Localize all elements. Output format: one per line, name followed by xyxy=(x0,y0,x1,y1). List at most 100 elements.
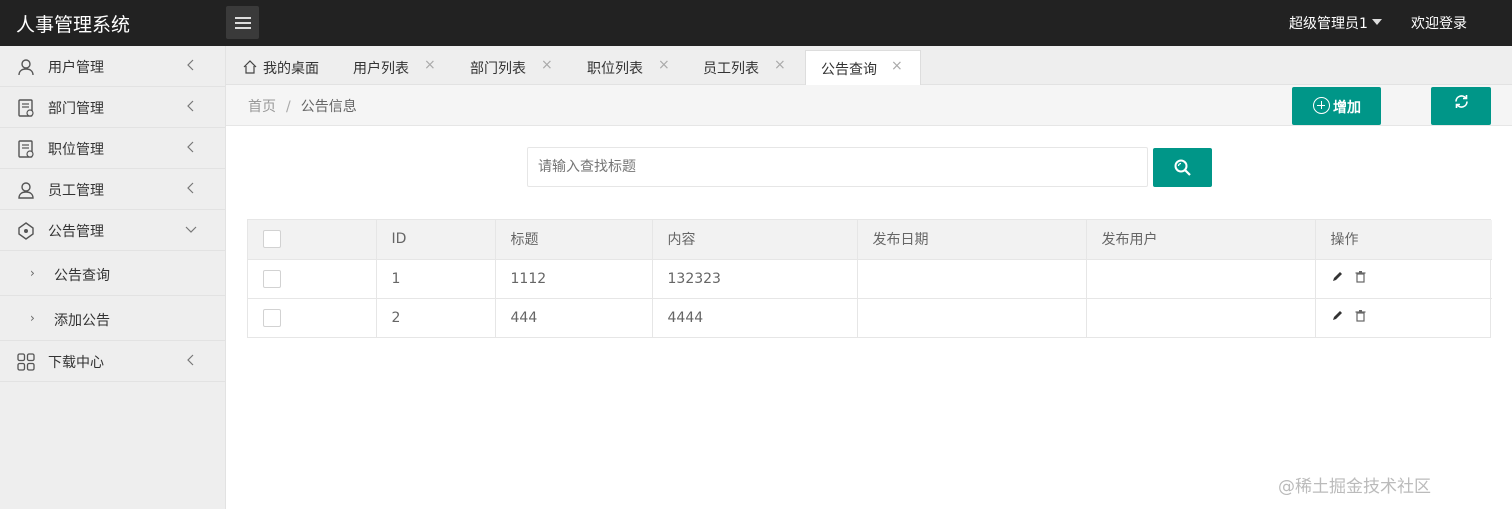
tab-my-desktop[interactable]: 我的桌面 xyxy=(242,50,342,85)
sidebar-subitem-label: 添加公告 xyxy=(54,313,110,329)
tab-label: 用户列表 xyxy=(353,61,409,77)
select-all-checkbox[interactable] xyxy=(263,230,281,249)
watermark: @稀土掘金技术社区 xyxy=(1278,477,1431,497)
tab-notice-query[interactable]: 公告查询 × xyxy=(805,50,921,85)
add-button[interactable]: 增加 xyxy=(1292,87,1381,125)
sidebar-item-label: 部门管理 xyxy=(48,101,104,117)
chevron-left-icon xyxy=(187,59,194,71)
column-header: ID xyxy=(376,220,496,260)
logout-link[interactable]: 欢迎登录 xyxy=(1411,13,1467,33)
notice-icon xyxy=(18,222,34,240)
sidebar-item-label: 职位管理 xyxy=(48,142,104,158)
trash-icon[interactable] xyxy=(1354,270,1367,287)
chevron-left-icon xyxy=(187,141,194,153)
cell-id: 2 xyxy=(376,298,496,337)
sidebar-item-department[interactable]: 部门管理 xyxy=(0,87,225,128)
table-row: 1 1112 132323 xyxy=(248,259,1492,299)
position-icon xyxy=(18,140,34,158)
table-row: 2 444 4444 xyxy=(248,298,1492,337)
column-header: 发布日期 xyxy=(857,220,1087,260)
menu-toggle-button[interactable] xyxy=(226,6,259,39)
breadcrumb-separator: / xyxy=(286,99,291,115)
cell-user xyxy=(1086,259,1316,299)
home-icon xyxy=(243,60,257,74)
sidebar-item-employee[interactable]: 员工管理 xyxy=(0,169,225,210)
caret-down-icon xyxy=(1371,19,1382,25)
chevron-right-icon: › xyxy=(30,311,35,325)
cell-user xyxy=(1086,298,1316,337)
column-header: 发布用户 xyxy=(1086,220,1316,260)
sidebar-item-position[interactable]: 职位管理 xyxy=(0,128,225,169)
row-checkbox-cell xyxy=(248,298,377,337)
cell-content: 132323 xyxy=(652,259,858,299)
close-icon[interactable]: × xyxy=(541,57,553,73)
row-checkbox-cell xyxy=(248,259,377,299)
user-menu[interactable]: 超级管理员1 xyxy=(1289,13,1382,33)
cell-date xyxy=(857,259,1087,299)
chevron-left-icon xyxy=(187,100,194,112)
chevron-right-icon: › xyxy=(30,266,35,280)
cell-id: 1 xyxy=(376,259,496,299)
close-icon[interactable]: × xyxy=(774,57,786,73)
tab-user-list[interactable]: 用户列表 × xyxy=(353,50,453,85)
search-button[interactable] xyxy=(1153,148,1212,187)
sidebar-item-user[interactable]: 用户管理 xyxy=(0,46,225,87)
column-header: 标题 xyxy=(495,220,653,260)
breadcrumb-home[interactable]: 首页 xyxy=(248,99,276,115)
sidebar-item-label: 下载中心 xyxy=(48,355,104,371)
user-icon xyxy=(18,59,34,76)
row-checkbox[interactable] xyxy=(263,308,281,327)
cell-date xyxy=(857,298,1087,337)
column-header: 内容 xyxy=(652,220,858,260)
tab-bar: 我的桌面 用户列表 × 部门列表 × 职位列表 × 员工列表 × 公告查询 × xyxy=(226,46,1512,85)
tab-position-list[interactable]: 职位列表 × xyxy=(587,50,687,85)
add-button-label: 增加 xyxy=(1333,100,1361,116)
tab-department-list[interactable]: 部门列表 × xyxy=(470,50,570,85)
tab-label: 公告查询 xyxy=(821,62,877,78)
chevron-left-icon xyxy=(187,354,194,366)
chevron-left-icon xyxy=(187,182,194,194)
tab-label: 员工列表 xyxy=(703,61,759,77)
sidebar-item-label: 用户管理 xyxy=(48,60,104,76)
column-header: 操作 xyxy=(1315,220,1492,260)
tab-label: 职位列表 xyxy=(587,61,643,77)
search-input[interactable] xyxy=(527,147,1148,187)
cell-title: 1112 xyxy=(495,259,653,299)
sidebar-item-label: 公告管理 xyxy=(48,224,104,240)
edit-pencil-icon[interactable] xyxy=(1331,270,1344,287)
app-title: 人事管理系统 xyxy=(16,14,131,36)
employee-icon xyxy=(18,182,34,199)
trash-icon[interactable] xyxy=(1354,309,1367,326)
table-header-row: ID 标题 内容 发布日期 发布用户 操作 xyxy=(248,220,1492,260)
hamburger-icon xyxy=(234,16,251,29)
breadcrumb-current: 公告信息 xyxy=(300,99,357,115)
sidebar-subitem-notice-query[interactable]: › 公告查询 xyxy=(0,251,225,296)
sidebar-subitem-add-notice[interactable]: › 添加公告 xyxy=(0,296,225,341)
row-checkbox[interactable] xyxy=(263,269,281,288)
department-icon xyxy=(18,99,34,117)
close-icon[interactable]: × xyxy=(658,57,670,73)
sidebar-item-download[interactable]: 下载中心 xyxy=(0,341,225,382)
sidebar-item-notice[interactable]: 公告管理 xyxy=(0,210,225,251)
chevron-down-icon xyxy=(185,226,197,233)
edit-pencil-icon[interactable] xyxy=(1331,309,1344,326)
grid-icon xyxy=(17,353,35,371)
cell-content: 4444 xyxy=(652,298,858,337)
cell-actions xyxy=(1315,259,1492,299)
refresh-button[interactable] xyxy=(1431,87,1491,125)
close-icon[interactable]: × xyxy=(891,58,903,74)
sidebar-item-label: 员工管理 xyxy=(48,183,104,199)
tab-employee-list[interactable]: 员工列表 × xyxy=(703,50,803,85)
tab-label: 我的桌面 xyxy=(263,61,319,77)
notice-table: ID 标题 内容 发布日期 发布用户 操作 1 1112 132323 2 44… xyxy=(247,219,1492,338)
tab-label: 部门列表 xyxy=(470,61,526,77)
close-icon[interactable]: × xyxy=(424,57,436,73)
sidebar: 用户管理 部门管理 职位管理 员工管理 公告管理 › 公告查询 › 添加公告 下… xyxy=(0,46,226,509)
plus-circle-icon xyxy=(1313,97,1330,114)
cell-title: 444 xyxy=(495,298,653,337)
breadcrumb: 首页 / 公告信息 xyxy=(248,96,357,116)
top-header: 人事管理系统 超级管理员1 欢迎登录 xyxy=(0,0,1512,46)
sidebar-subitem-label: 公告查询 xyxy=(54,268,110,284)
cell-actions xyxy=(1315,298,1492,337)
search-icon xyxy=(1174,159,1191,176)
